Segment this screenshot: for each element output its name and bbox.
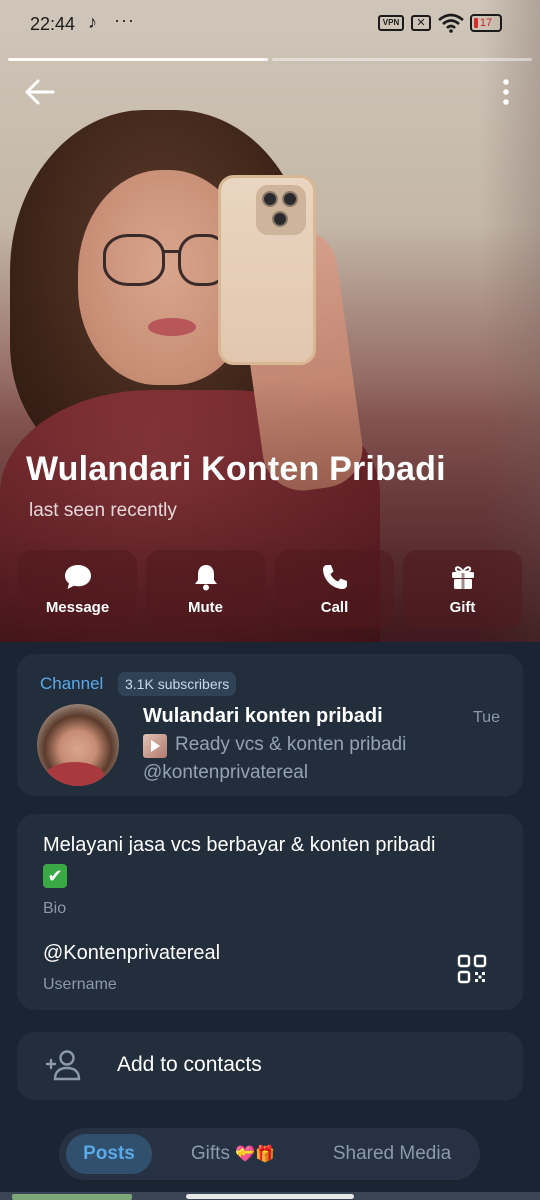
qr-code-icon[interactable] [457, 954, 487, 984]
action-buttons: Message Mute Call Gift [18, 550, 522, 628]
status-bar: 22:44 ♪ ··· VPN ✕ 17 [0, 0, 540, 50]
last-seen-status: last seen recently [29, 500, 177, 521]
channel-preview-line1: Ready vcs & konten pribadi [175, 734, 407, 755]
check-mark-icon: ✔ [43, 863, 67, 888]
add-to-contacts-row[interactable]: Add to contacts [17, 1032, 523, 1100]
call-button[interactable]: Call [275, 550, 394, 628]
username-value[interactable]: @Kontenprivatereal [43, 942, 220, 965]
tab-gifts[interactable]: Gifts 💝🎁 [173, 1134, 293, 1174]
channel-avatar [37, 704, 119, 786]
profile-name: Wulandari Konten Pribadi [26, 450, 446, 488]
message-button[interactable]: Message [18, 550, 137, 628]
message-icon [64, 564, 91, 589]
add-contact-icon [45, 1050, 81, 1081]
tab-posts[interactable]: Posts [66, 1134, 152, 1174]
no-sim-icon: ✕ [411, 15, 431, 31]
photo-phone-camera [256, 185, 306, 235]
channel-label: Channel [40, 674, 104, 693]
profile-header: 22:44 ♪ ··· VPN ✕ 17 Wulandari Konten Pr… [0, 0, 540, 642]
battery-icon: 17 [470, 14, 502, 32]
call-label: Call [320, 598, 349, 616]
tab-gifts-label: Gifts [190, 1143, 230, 1164]
bio-content: Melayani jasa vcs berbayar & konten prib… [43, 834, 436, 856]
photo-lips [148, 318, 196, 336]
gift-emoji-icon: 💝🎁 [235, 1146, 276, 1163]
vpn-icon: VPN [378, 15, 404, 31]
mute-button[interactable]: Mute [146, 550, 265, 628]
bell-icon [194, 564, 217, 590]
channel-preview-line2: @kontenprivatereal [143, 762, 309, 783]
gift-label: Gift [449, 598, 476, 616]
back-arrow-icon[interactable] [24, 78, 56, 106]
info-card: Melayani jasa vcs berbayar & konten prib… [17, 814, 523, 1010]
message-label: Message [45, 598, 110, 616]
more-notifications-icon: ··· [114, 10, 135, 30]
bio-label: Bio [43, 900, 67, 917]
wifi-icon [438, 13, 464, 33]
username-label: Username [43, 976, 117, 993]
channel-card[interactable]: Channel 3.1K subscribers Wulandari konte… [17, 654, 523, 796]
bio-text: Melayani jasa vcs berbayar & konten prib… [43, 830, 503, 890]
tiktok-icon: ♪ [88, 12, 97, 32]
gift-icon [451, 565, 474, 589]
photo-glasses-bridge [163, 250, 180, 253]
video-thumbnail-icon [143, 734, 167, 758]
gift-button[interactable]: Gift [403, 550, 522, 628]
phone-icon [322, 564, 347, 589]
bottom-preview-strip [0, 1192, 540, 1200]
more-menu-icon[interactable] [494, 78, 518, 106]
photo-glasses-left [103, 234, 165, 286]
status-time: 22:44 [30, 14, 76, 34]
add-to-contacts-label: Add to contacts [117, 1053, 262, 1076]
story-progress-1 [8, 58, 268, 61]
subscribers-badge: 3.1K subscribers [118, 672, 237, 696]
channel-time: Tue [473, 709, 500, 726]
home-indicator[interactable] [186, 1194, 354, 1199]
profile-tabs: Posts Gifts 💝🎁 Shared Media [59, 1128, 480, 1180]
channel-title: Wulandari konten pribadi [143, 705, 383, 727]
tab-shared-media[interactable]: Shared Media [317, 1134, 467, 1174]
story-progress-2 [272, 58, 532, 61]
mute-label: Mute [188, 598, 223, 616]
